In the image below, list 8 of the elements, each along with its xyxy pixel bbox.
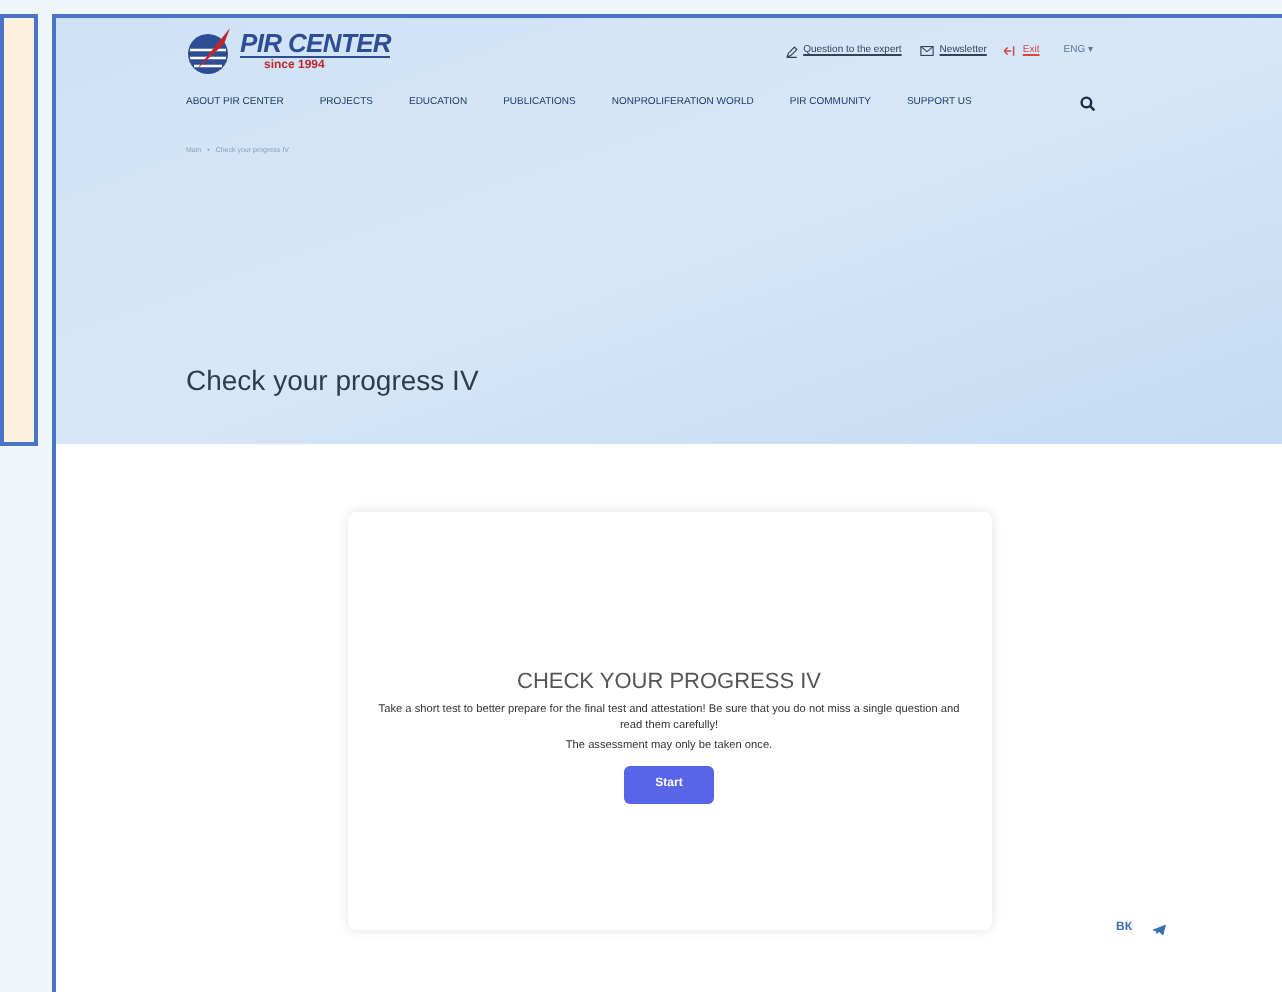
envelope-icon [919,46,934,57]
search-icon[interactable] [1080,96,1096,112]
exit-icon [1004,46,1017,57]
logo-name: PIR CENTER [240,29,391,57]
page-title: Check your progress IV [186,362,481,400]
pencil-icon [785,45,798,58]
card-heading: CHECK YOUR PROGRESS IV [517,668,821,699]
paper-plane-icon[interactable] [1152,923,1166,935]
